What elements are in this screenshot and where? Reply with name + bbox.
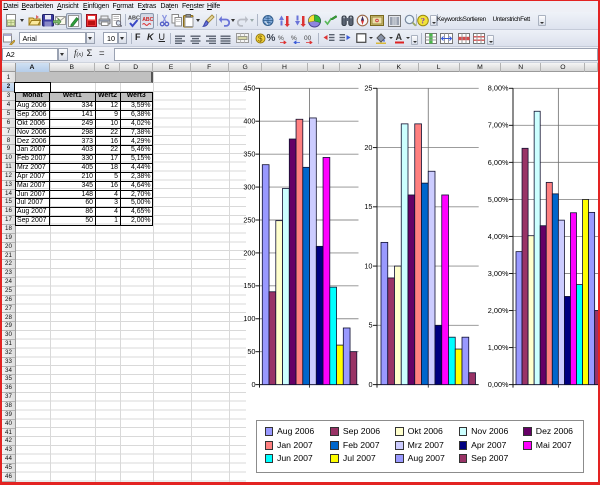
svg-text:50: 50 xyxy=(247,347,255,356)
svg-text:0,00%: 0,00% xyxy=(488,380,509,389)
svg-text:0: 0 xyxy=(368,380,372,389)
svg-text:20: 20 xyxy=(364,143,372,152)
svg-text:15: 15 xyxy=(364,202,372,211)
svg-text:5: 5 xyxy=(368,321,372,330)
svg-text:25: 25 xyxy=(364,84,372,93)
svg-text:100: 100 xyxy=(243,314,255,323)
svg-text:200: 200 xyxy=(243,248,255,257)
svg-text:7,00%: 7,00% xyxy=(488,121,509,130)
svg-text:350: 350 xyxy=(243,150,255,159)
svg-text:0: 0 xyxy=(251,380,255,389)
svg-text:3,00%: 3,00% xyxy=(488,269,509,278)
svg-text:300: 300 xyxy=(243,182,255,191)
svg-text:6,00%: 6,00% xyxy=(488,158,509,167)
svg-text:450: 450 xyxy=(243,84,255,93)
svg-text:2,00%: 2,00% xyxy=(488,306,509,315)
svg-text:5,00%: 5,00% xyxy=(488,195,509,204)
svg-text:8,00%: 8,00% xyxy=(488,84,509,93)
svg-text:250: 250 xyxy=(243,215,255,224)
svg-text:1,00%: 1,00% xyxy=(488,343,509,352)
svg-text:4,00%: 4,00% xyxy=(488,232,509,241)
svg-text:400: 400 xyxy=(243,117,255,126)
svg-text:150: 150 xyxy=(243,281,255,290)
svg-text:10: 10 xyxy=(364,261,372,270)
